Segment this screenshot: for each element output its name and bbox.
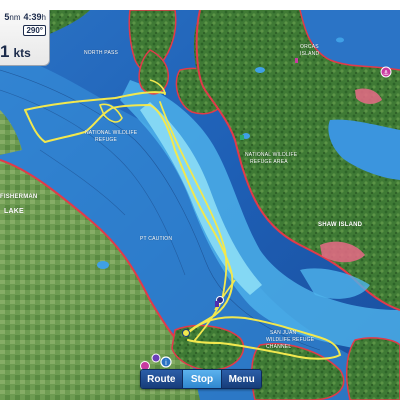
label-lake: LAKE: [4, 208, 24, 215]
fuel-icon[interactable]: [151, 353, 161, 363]
label-refuge-2: REFUGE AREA: [250, 159, 288, 165]
label-pt-caution: PT CAUTION: [140, 236, 173, 242]
label-wildlife-refuge: WILDLIFE REFUGE: [266, 337, 315, 343]
chart-svg[interactable]: ⚓ i: [0, 10, 400, 400]
lake-1: [97, 261, 109, 269]
distance-unit: nm: [9, 13, 21, 22]
chart-app-screen: ⚓ i NORTH PASS NATIONAL WILDLIFE REFUGE …: [0, 0, 400, 400]
distance-time-row: 5nm 4:39h: [0, 12, 46, 22]
label-channel: CHANNEL: [266, 344, 292, 350]
speed-value: 1: [0, 42, 10, 61]
lake-3: [255, 67, 265, 73]
marina-icon[interactable]: ⚓: [380, 66, 392, 78]
boat-position-icon[interactable]: [182, 329, 190, 337]
label-north-pass: NORTH PASS: [84, 50, 119, 56]
label-orcas: ORCAS: [300, 44, 319, 50]
route-button[interactable]: Route: [141, 370, 183, 388]
time-value: 4:39: [23, 12, 42, 22]
label-national-wildlife-2: NATIONAL WILDLIFE: [245, 152, 298, 158]
svg-text:i: i: [165, 359, 167, 367]
label-refuge-1: REFUGE: [95, 137, 118, 143]
distance-readout: 5nm: [4, 12, 20, 22]
speed-row: 1 kts: [0, 42, 46, 62]
heading-row: 290°: [0, 25, 46, 36]
status-bar-strip: [0, 0, 400, 10]
far-southeast-island: [345, 337, 400, 400]
svg-text:⚓: ⚓: [383, 69, 389, 77]
menu-button[interactable]: Menu: [222, 370, 261, 388]
nav-info-panel: 5nm 4:39h 290° 1 kts: [0, 10, 50, 66]
lake-4: [336, 37, 344, 43]
nautical-chart[interactable]: ⚓ i NORTH PASS NATIONAL WILDLIFE REFUGE …: [0, 10, 400, 400]
info-icon[interactable]: i: [160, 356, 172, 368]
heading-value: 290°: [23, 25, 46, 36]
label-shaw-island: SHAW ISLAND: [318, 222, 363, 228]
label-island: ISLAND: [300, 51, 320, 57]
speed-unit: kts: [13, 46, 31, 60]
stop-button[interactable]: Stop: [182, 370, 223, 388]
time-unit: h: [41, 13, 46, 22]
time-readout: 4:39h: [24, 12, 46, 22]
label-san-juan: SAN JUAN: [270, 330, 297, 336]
label-national-wildlife-1: NATIONAL WILDLIFE: [85, 130, 138, 136]
track-toolbar: Route Stop Menu: [140, 369, 262, 389]
label-fisherman: FISHERMAN: [0, 194, 38, 200]
